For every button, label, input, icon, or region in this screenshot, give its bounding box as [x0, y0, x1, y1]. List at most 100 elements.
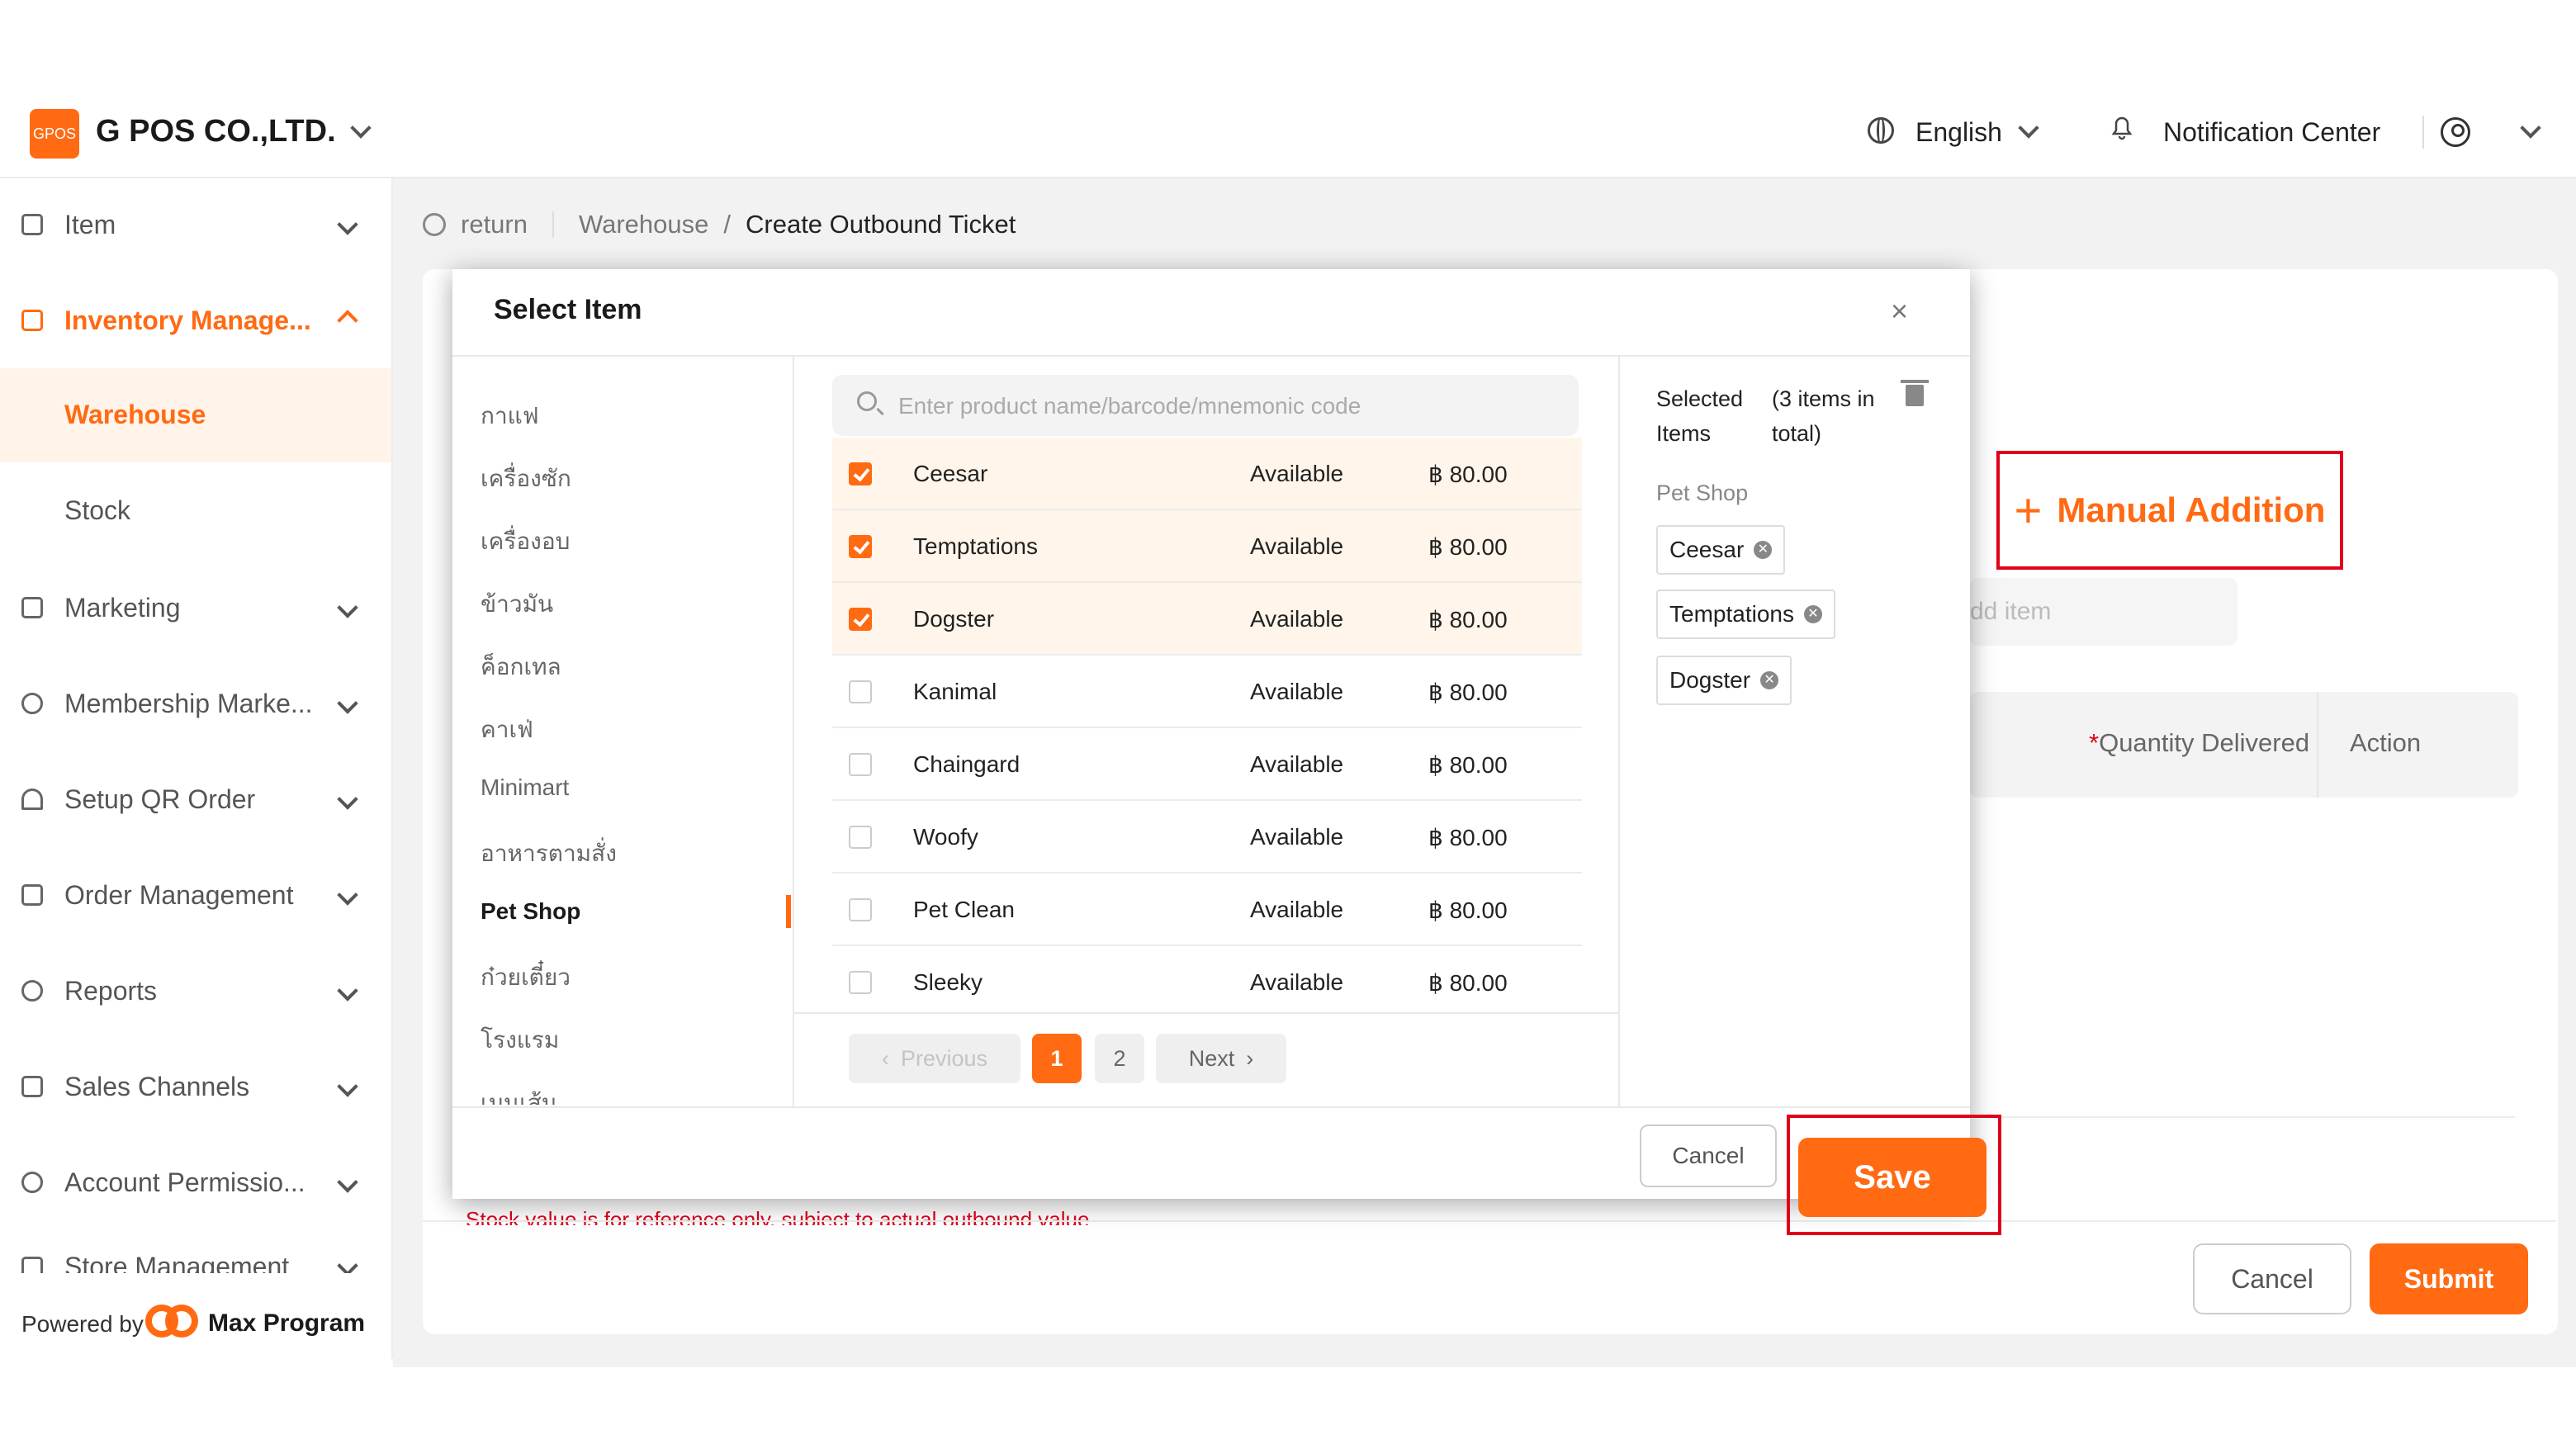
chevron-up-icon [337, 310, 358, 331]
app-window: GPOS G POS CO.,LTD. English Notification… [0, 0, 2576, 1449]
sidebar-item-membership[interactable]: Membership Marke... [0, 662, 391, 745]
select-item-modal: Select Item × กาแฟ เครื่องซัก เครื่องอบ … [452, 269, 1970, 1199]
chevron-down-icon [337, 214, 358, 235]
users-icon [21, 1172, 43, 1193]
product-row[interactable]: Ceesar Available ฿ 80.00 [832, 438, 1582, 510]
category-item[interactable]: เมนเส้น [481, 1085, 557, 1105]
category-item[interactable]: Minimart [481, 774, 569, 801]
selected-tag: Ceesar ✕ [1656, 525, 1786, 575]
bell-icon[interactable] [2110, 114, 2133, 140]
checkbox-checked[interactable] [849, 462, 872, 485]
sidebar-subitem-stock[interactable]: Stock [0, 464, 391, 558]
breadcrumb-parent[interactable]: Warehouse [579, 210, 708, 239]
category-item[interactable]: โรงแรม [481, 1022, 559, 1058]
selected-tag: Dogster ✕ [1656, 656, 1792, 705]
company-name[interactable]: G POS CO.,LTD. [96, 114, 336, 149]
sidebar: Item Inventory Manage... Warehouse Stock… [0, 178, 393, 1359]
sidebar-item-qr-order[interactable]: Setup QR Order [0, 758, 391, 841]
checkbox[interactable] [849, 826, 872, 849]
manual-addition-button[interactable]: + Manual Addition [1996, 451, 2343, 570]
category-item[interactable]: ก๋วยเตี๋ยว [481, 959, 571, 996]
category-item[interactable]: ค็อกเทล [481, 649, 561, 685]
sidebar-item-label: Stock [64, 495, 131, 525]
category-item[interactable]: เครื่องซัก [481, 461, 571, 497]
page-2-button[interactable]: 2 [1095, 1034, 1144, 1083]
sidebar-item-account-permissions[interactable]: Account Permissio... [0, 1141, 391, 1224]
cancel-button[interactable]: Cancel [2193, 1243, 2351, 1314]
chevron-down-icon [337, 980, 358, 1002]
sidebar-subitem-warehouse[interactable]: Warehouse [0, 368, 391, 462]
checkbox[interactable] [849, 680, 872, 703]
sidebar-item-reports[interactable]: Reports [0, 949, 391, 1032]
product-row[interactable]: Temptations Available ฿ 80.00 [832, 510, 1582, 583]
product-row[interactable]: Sleeky Available ฿ 80.00 [832, 946, 1582, 1017]
save-button[interactable]: Save [1798, 1138, 1986, 1217]
return-link[interactable]: return [461, 210, 528, 239]
category-list: กาแฟ เครื่องซัก เครื่องอบ ข้าวมัน ค็อกเท… [452, 357, 793, 1105]
manual-addition-label: Manual Addition [2057, 490, 2326, 529]
product-row[interactable]: Pet Clean Available ฿ 80.00 [832, 874, 1582, 946]
chevron-down-icon[interactable] [350, 117, 372, 139]
modal-cancel-button[interactable]: Cancel [1640, 1125, 1777, 1187]
product-search[interactable] [832, 375, 1579, 438]
category-item[interactable]: กาแฟ [481, 398, 539, 434]
pie-chart-icon [21, 980, 43, 1002]
submit-button[interactable]: Submit [2370, 1243, 2528, 1314]
stock-warning-text: Stock value is for reference only, subje… [466, 1207, 1090, 1225]
notification-center-link[interactable]: Notification Center [2163, 117, 2380, 148]
divider [423, 1220, 2556, 1222]
sidebar-item-inventory[interactable]: Inventory Manage... [0, 279, 391, 362]
divider [552, 211, 554, 238]
divider [1618, 357, 1620, 1106]
sidebar-item-label: Account Permissio... [64, 1167, 305, 1197]
checkbox[interactable] [849, 971, 872, 994]
product-row[interactable]: Woofy Available ฿ 80.00 [832, 801, 1582, 874]
product-row[interactable]: Dogster Available ฿ 80.00 [832, 583, 1582, 656]
close-icon[interactable]: × [1891, 294, 1908, 329]
chevron-down-icon[interactable] [2018, 117, 2039, 139]
user-avatar-icon[interactable] [2441, 117, 2470, 147]
page-1-button[interactable]: 1 [1032, 1034, 1082, 1083]
remove-tag-icon[interactable]: ✕ [1760, 671, 1779, 689]
sidebar-item-order-management[interactable]: Order Management [0, 854, 391, 936]
trash-icon[interactable] [1901, 380, 1929, 406]
checkbox[interactable] [849, 898, 872, 921]
category-item-active[interactable]: Pet Shop [481, 898, 580, 925]
divider [2422, 116, 2424, 149]
add-item-input[interactable]: dd item [1970, 578, 2237, 646]
language-selector[interactable]: English [1915, 117, 2002, 148]
clipboard-icon [21, 884, 43, 906]
category-item[interactable]: อาหารตามสั่ง [481, 836, 617, 872]
column-divider [2317, 692, 2318, 798]
product-row[interactable]: Chaingard Available ฿ 80.00 [832, 728, 1582, 801]
checkbox-checked[interactable] [849, 608, 872, 631]
chevron-down-icon [337, 884, 358, 906]
selected-tag-label: Temptations [1669, 601, 1794, 627]
checkbox[interactable] [849, 753, 872, 776]
product-name: Temptations [913, 533, 1038, 559]
checkbox-checked[interactable] [849, 535, 872, 558]
product-row[interactable]: Kanimal Available ฿ 80.00 [832, 656, 1582, 728]
back-arrow-icon[interactable] [423, 213, 446, 236]
category-item[interactable]: ข้าวมัน [481, 586, 553, 623]
sidebar-item-store-management[interactable]: Store Management [0, 1240, 391, 1273]
search-input[interactable] [897, 375, 1560, 438]
product-name: Dogster [913, 606, 995, 632]
sidebar-item-item[interactable]: Item [0, 183, 391, 266]
category-item[interactable]: คาเฟ่ [481, 712, 533, 748]
remove-tag-icon[interactable]: ✕ [1754, 541, 1773, 559]
chevron-down-icon[interactable] [2520, 117, 2541, 139]
sidebar-item-marketing[interactable]: Marketing [0, 566, 391, 649]
item-icon [21, 214, 43, 235]
chevron-down-icon [337, 1172, 358, 1193]
cloche-icon [21, 788, 43, 810]
category-item[interactable]: เครื่องอบ [481, 523, 570, 560]
product-price: ฿ 80.00 [1428, 825, 1508, 850]
globe-icon[interactable] [1868, 117, 1894, 144]
remove-tag-icon[interactable]: ✕ [1803, 605, 1822, 623]
product-price: ฿ 80.00 [1428, 970, 1508, 996]
chevron-down-icon [337, 1076, 358, 1097]
previous-page-button[interactable]: ‹ Previous [849, 1034, 1020, 1083]
sidebar-item-sales-channels[interactable]: Sales Channels [0, 1045, 391, 1128]
next-page-button[interactable]: Next › [1156, 1034, 1286, 1083]
